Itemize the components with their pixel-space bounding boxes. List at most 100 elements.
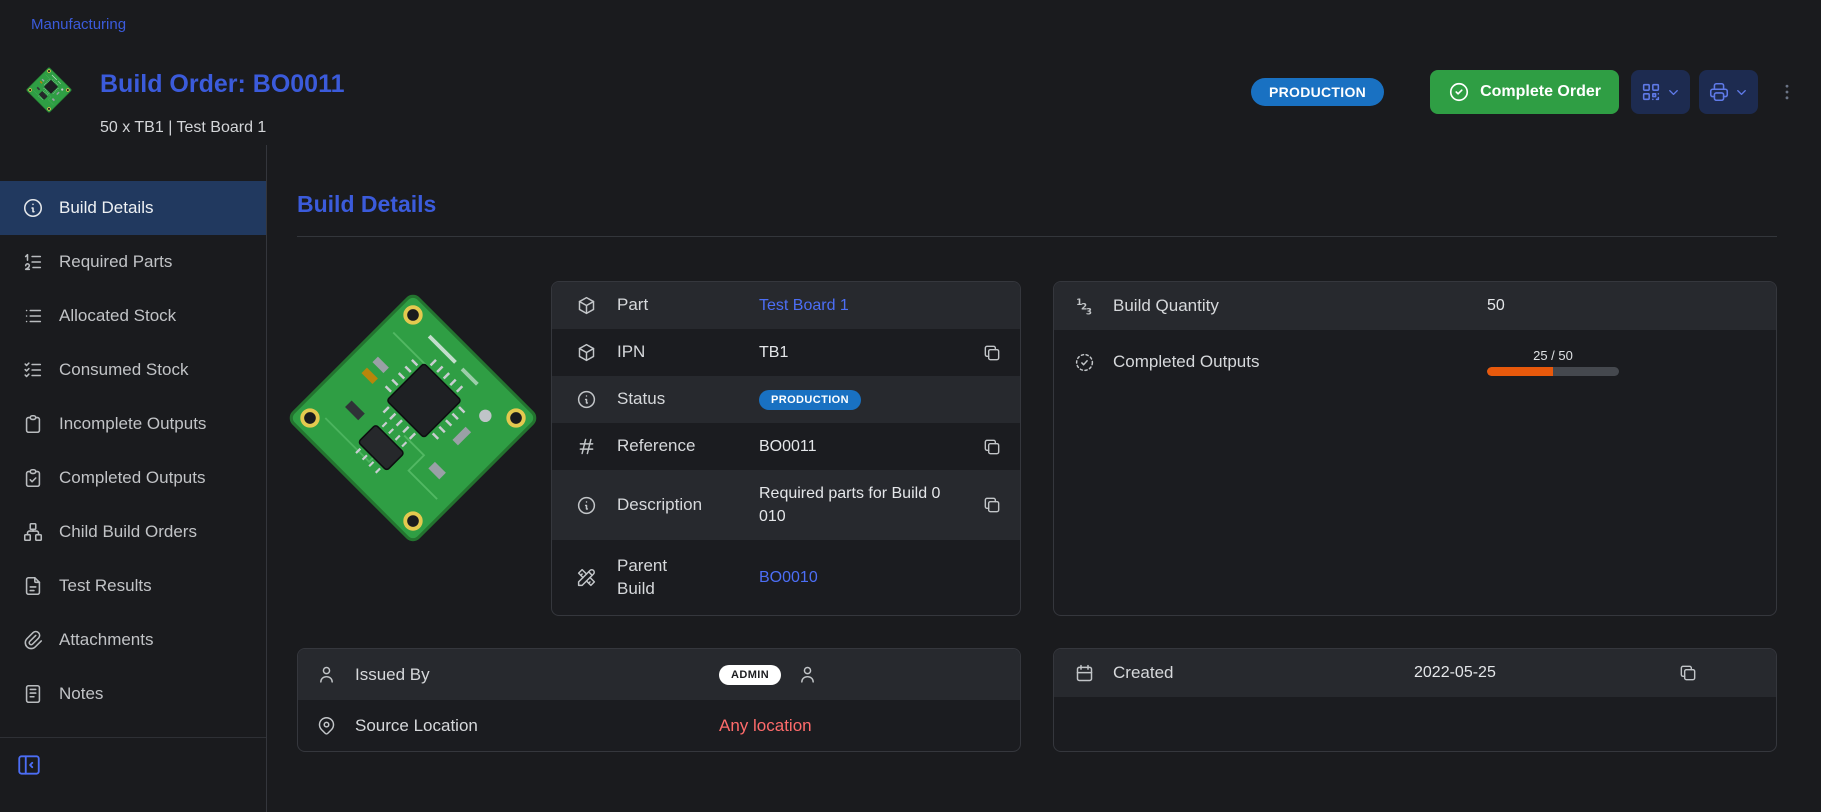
sidebar-item-consumed-stock[interactable]: Consumed Stock xyxy=(0,343,266,397)
detail-row-ipn: IPN TB1 xyxy=(552,329,1020,376)
detail-label-reference: Reference xyxy=(617,435,759,458)
user-icon xyxy=(797,664,818,685)
sidebar-item-allocated-stock[interactable]: Allocated Stock xyxy=(0,289,266,343)
part-link[interactable]: Test Board 1 xyxy=(759,297,849,315)
sidebar-item-notes[interactable]: Notes xyxy=(0,667,266,721)
app-root: Manufacturing Build Order: BO0011 50 x T… xyxy=(0,0,1821,812)
sidebar: Build Details Required Parts Allocated S… xyxy=(0,145,267,812)
copy-description-button[interactable] xyxy=(982,495,1002,515)
sidebar-item-attachments[interactable]: Attachments xyxy=(0,613,266,667)
info-circle-icon xyxy=(576,389,597,410)
sidebar-item-label: Required Parts xyxy=(59,252,172,272)
copy-created-button[interactable] xyxy=(1678,663,1698,683)
body-row: Build Details Required Parts Allocated S… xyxy=(0,145,1821,812)
cell-top-left: Part Test Board 1 IPN TB1 xyxy=(297,281,1021,616)
print-actions-button[interactable] xyxy=(1699,70,1758,114)
clipboard-icon xyxy=(22,413,44,435)
detail-value-description: Required parts for Build 0010 xyxy=(759,482,1002,528)
user-icon xyxy=(316,664,337,685)
sidebar-item-child-build-orders[interactable]: Child Build Orders xyxy=(0,505,266,559)
main-content: Build Details Part Test Board 1 xyxy=(267,145,1821,812)
completed-progress-fill xyxy=(1487,367,1553,376)
collapse-sidebar-button[interactable] xyxy=(16,748,50,782)
copy-reference-button[interactable] xyxy=(982,437,1002,457)
sitemap-icon xyxy=(22,521,44,543)
box-icon xyxy=(576,295,597,316)
detail-label-ipn: IPN xyxy=(617,341,759,364)
detail-value-reference: BO0011 xyxy=(759,437,1002,457)
sidebar-item-label: Test Results xyxy=(59,576,152,596)
any-location-text: Any location xyxy=(719,716,812,736)
issued-panel: Issued By ADMIN Source Location Any loca… xyxy=(297,648,1021,752)
calendar-icon xyxy=(1074,663,1095,684)
sidebar-collapse-icon xyxy=(16,752,42,778)
part-image[interactable] xyxy=(281,286,544,549)
completed-outputs-label: Completed Outputs xyxy=(1113,352,1469,372)
quantities-panel: Build Quantity 50 Completed Outputs 25 /… xyxy=(1053,281,1777,616)
parent-build-link[interactable]: BO0010 xyxy=(759,569,818,587)
created-date: 2022-05-25 xyxy=(1414,664,1496,682)
reference-value: BO0011 xyxy=(759,438,817,456)
complete-order-button[interactable]: Complete Order xyxy=(1430,70,1619,114)
build-quantity-row: Build Quantity 50 xyxy=(1054,282,1776,330)
tools-icon xyxy=(576,567,597,588)
info-circle-icon xyxy=(576,495,597,516)
header-titles: Build Order: BO0011 50 x TB1 | Test Boar… xyxy=(100,69,345,137)
detail-label-parent-build: Parent Build xyxy=(617,555,759,601)
sidebar-item-label: Allocated Stock xyxy=(59,306,176,326)
detail-label-description: Description xyxy=(617,494,759,517)
report-icon xyxy=(22,575,44,597)
section-divider xyxy=(297,236,1777,237)
progress-track xyxy=(1487,367,1619,376)
pcb-thumbnail-image xyxy=(25,66,73,114)
chevron-down-icon xyxy=(1666,85,1681,100)
barcode-actions-button[interactable] xyxy=(1631,70,1690,114)
page-header: Build Order: BO0011 50 x TB1 | Test Boar… xyxy=(0,39,1821,145)
breadcrumb: Manufacturing xyxy=(0,0,1821,39)
sidebar-item-required-parts[interactable]: Required Parts xyxy=(0,235,266,289)
detail-value-part: Test Board 1 xyxy=(759,297,1002,315)
detail-label-status: Status xyxy=(617,388,759,411)
list-numbers-icon xyxy=(22,251,44,273)
page-title: Build Order: BO0011 xyxy=(100,69,345,99)
created-value: 2022-05-25 xyxy=(1414,663,1756,683)
detail-row-description: Description Required parts for Build 001… xyxy=(552,470,1020,540)
info-circle-icon xyxy=(22,197,44,219)
header-left: Build Order: BO0011 50 x TB1 | Test Boar… xyxy=(26,47,1251,137)
admin-badge: ADMIN xyxy=(719,665,781,685)
sidebar-item-test-results[interactable]: Test Results xyxy=(0,559,266,613)
section-title: Build Details xyxy=(297,191,1777,218)
sidebar-item-incomplete-outputs[interactable]: Incomplete Outputs xyxy=(0,397,266,451)
copy-icon xyxy=(1678,663,1698,683)
breadcrumb-manufacturing[interactable]: Manufacturing xyxy=(31,16,126,33)
created-row: Created 2022-05-25 xyxy=(1054,649,1776,697)
copy-ipn-button[interactable] xyxy=(982,343,1002,363)
header-actions: PRODUCTION Complete Order xyxy=(1251,70,1797,114)
progress-check-icon xyxy=(1074,352,1095,373)
sidebar-item-build-details[interactable]: Build Details xyxy=(0,181,266,235)
sidebar-divider xyxy=(0,737,266,738)
description-value: Required parts for Build 0010 xyxy=(759,482,949,528)
hash-icon xyxy=(576,436,597,457)
list-icon xyxy=(22,305,44,327)
issued-by-value: ADMIN xyxy=(719,664,1002,685)
numbers-123-icon xyxy=(1074,296,1095,317)
copy-icon xyxy=(982,343,1002,363)
sidebar-item-label: Attachments xyxy=(59,630,154,650)
complete-order-label: Complete Order xyxy=(1480,83,1601,101)
issued-by-row: Issued By ADMIN xyxy=(298,649,1020,700)
notes-icon xyxy=(22,683,44,705)
build-quantity-value: 50 xyxy=(1487,297,1756,315)
map-pin-icon xyxy=(316,715,337,736)
detail-value-ipn: TB1 xyxy=(759,343,1002,363)
details-grid: Part Test Board 1 IPN TB1 xyxy=(297,281,1777,752)
part-thumbnail[interactable] xyxy=(26,67,72,113)
completed-outputs-progress: 25 / 50 xyxy=(1487,348,1619,376)
sidebar-item-label: Build Details xyxy=(59,198,154,218)
sidebar-item-label: Notes xyxy=(59,684,103,704)
more-actions-button[interactable] xyxy=(1777,78,1797,106)
sidebar-item-completed-outputs[interactable]: Completed Outputs xyxy=(0,451,266,505)
detail-row-status: Status PRODUCTION xyxy=(552,376,1020,423)
created-label: Created xyxy=(1113,663,1396,683)
progress-text: 25 / 50 xyxy=(1487,348,1619,363)
